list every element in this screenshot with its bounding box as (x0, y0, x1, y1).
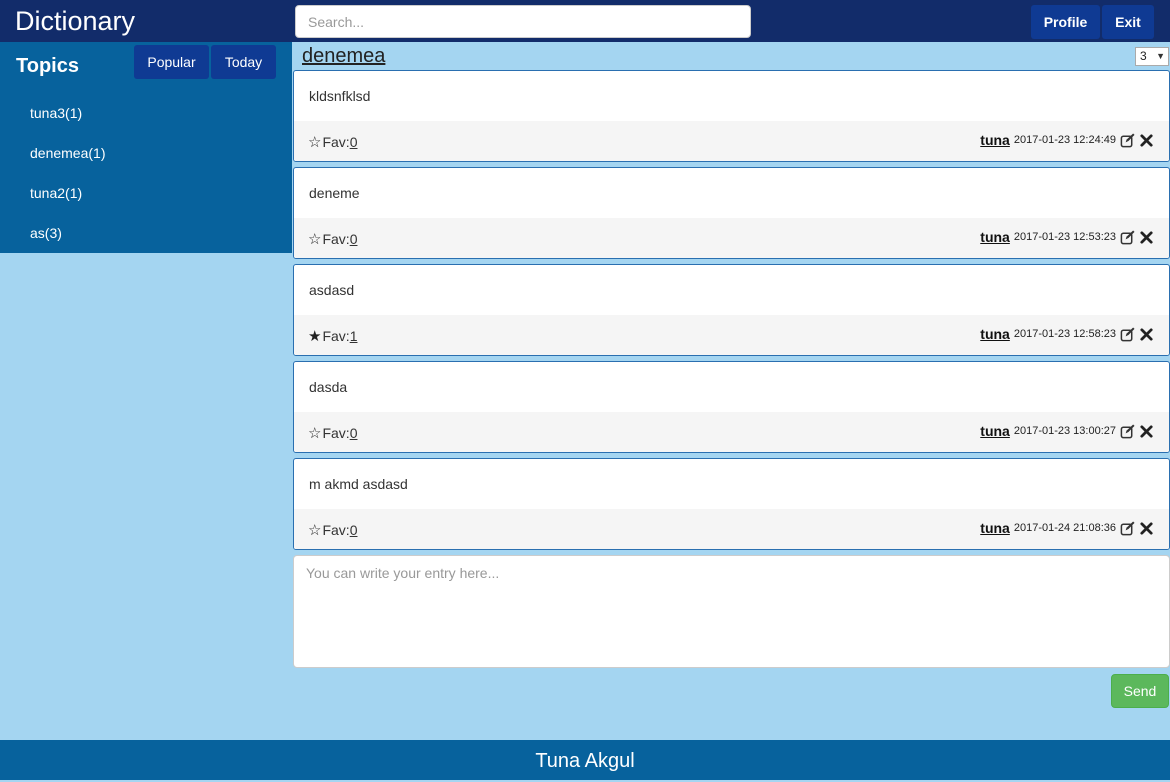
entry-meta: tuna 2017-01-23 12:53:23 (980, 229, 1154, 245)
profile-button[interactable]: Profile (1031, 5, 1100, 39)
entry-footer: ★Fav:1 tuna 2017-01-23 12:58:23 (294, 315, 1169, 355)
entry-text: kldsnfklsd (309, 88, 371, 104)
entry-text: m akmd asdasd (309, 476, 408, 492)
close-icon[interactable] (1139, 230, 1154, 245)
entry-date: 2017-01-24 21:08:36 (1013, 522, 1116, 534)
entry-date: 2017-01-23 12:53:23 (1013, 231, 1116, 243)
entry-card: m akmd asdasd ☆Fav:0 tuna 2017-01-24 21:… (293, 458, 1170, 550)
edit-icon[interactable] (1120, 423, 1135, 439)
fav-area: ☆Fav:0 (308, 230, 357, 248)
topic-item[interactable]: tuna2(1) (0, 174, 106, 214)
entry-date: 2017-01-23 13:00:27 (1013, 425, 1116, 437)
entry-card: dasda ☆Fav:0 tuna 2017-01-23 13:00:27 (293, 361, 1170, 453)
fav-count[interactable]: 0 (350, 522, 358, 538)
fav-area: ☆Fav:0 (308, 133, 357, 151)
fav-area: ☆Fav:0 (308, 521, 357, 539)
entry-card: deneme ☆Fav:0 tuna 2017-01-23 12:53:23 (293, 167, 1170, 259)
star-outline-icon[interactable]: ☆ (308, 425, 321, 442)
brand-title[interactable]: Dictionary (15, 5, 135, 37)
top-navbar: Dictionary Profile Exit (0, 0, 1170, 42)
entry-meta: tuna 2017-01-23 12:24:49 (980, 132, 1154, 148)
fav-label: Fav: (322, 134, 350, 150)
send-button[interactable]: Send (1111, 674, 1169, 708)
star-outline-icon[interactable]: ☆ (308, 522, 321, 539)
topic-item[interactable]: as(3) (0, 214, 106, 254)
sidebar-title: Topics (16, 55, 79, 77)
entry-card: asdasd ★Fav:1 tuna 2017-01-23 12:58:23 (293, 264, 1170, 356)
fav-count[interactable]: 0 (350, 425, 358, 441)
entry-date: 2017-01-23 12:58:23 (1013, 328, 1116, 340)
entry-meta: tuna 2017-01-23 12:58:23 (980, 326, 1154, 342)
entry-footer: ☆Fav:0 tuna 2017-01-23 12:53:23 (294, 218, 1169, 258)
topic-item[interactable]: denemea(1) (0, 134, 106, 174)
close-icon[interactable] (1139, 521, 1154, 536)
entry-text: asdasd (309, 282, 355, 298)
close-icon[interactable] (1139, 327, 1154, 342)
topics-sidebar: Topics Popular Today tuna3(1) denemea(1)… (0, 42, 292, 253)
search-input[interactable] (295, 5, 751, 38)
entry-meta: tuna 2017-01-23 13:00:27 (980, 423, 1154, 439)
author-link[interactable]: tuna (980, 423, 1010, 439)
entry-footer: ☆Fav:0 tuna 2017-01-23 13:00:27 (294, 412, 1169, 452)
topic-list: tuna3(1) denemea(1) tuna2(1) as(3) (0, 94, 106, 254)
page-select-value: 3 (1140, 49, 1147, 63)
exit-button[interactable]: Exit (1102, 5, 1154, 39)
author-link[interactable]: tuna (980, 520, 1010, 536)
fav-label: Fav: (322, 328, 350, 344)
entry-text: deneme (309, 185, 360, 201)
entry-meta: tuna 2017-01-24 21:08:36 (980, 520, 1154, 536)
fav-area: ☆Fav:0 (308, 424, 357, 442)
fav-area: ★Fav:1 (308, 327, 357, 345)
fav-count[interactable]: 1 (350, 328, 358, 344)
page-select[interactable]: 3 ▼ (1135, 47, 1169, 66)
fav-label: Fav: (322, 425, 350, 441)
entry-date: 2017-01-23 12:24:49 (1013, 134, 1116, 146)
star-filled-icon[interactable]: ★ (308, 328, 321, 345)
author-link[interactable]: tuna (980, 326, 1010, 342)
fav-count[interactable]: 0 (350, 134, 358, 150)
edit-icon[interactable] (1120, 520, 1135, 536)
star-outline-icon[interactable]: ☆ (308, 134, 321, 151)
fav-label: Fav: (322, 522, 350, 538)
entry-text: dasda (309, 379, 348, 395)
edit-icon[interactable] (1120, 132, 1135, 148)
author-link[interactable]: tuna (980, 229, 1010, 245)
entry-list: kldsnfklsd ☆Fav:0 tuna 2017-01-23 12:24:… (293, 70, 1170, 555)
footer-text: Tuna Akgul (535, 750, 635, 772)
today-button[interactable]: Today (211, 45, 276, 79)
close-icon[interactable] (1139, 133, 1154, 148)
popular-button[interactable]: Popular (134, 45, 209, 79)
fav-label: Fav: (322, 231, 350, 247)
caret-down-icon: ▼ (1156, 51, 1165, 61)
edit-icon[interactable] (1120, 326, 1135, 342)
author-link[interactable]: tuna (980, 132, 1010, 148)
footer: Tuna Akgul (0, 740, 1170, 780)
entry-textarea[interactable] (293, 555, 1170, 668)
fav-count[interactable]: 0 (350, 231, 358, 247)
entry-card: kldsnfklsd ☆Fav:0 tuna 2017-01-23 12:24:… (293, 70, 1170, 162)
topic-item[interactable]: tuna3(1) (0, 94, 106, 134)
star-outline-icon[interactable]: ☆ (308, 231, 321, 248)
entry-footer: ☆Fav:0 tuna 2017-01-23 12:24:49 (294, 121, 1169, 161)
close-icon[interactable] (1139, 424, 1154, 439)
topic-title[interactable]: denemea (302, 44, 385, 68)
edit-icon[interactable] (1120, 229, 1135, 245)
entry-footer: ☆Fav:0 tuna 2017-01-24 21:08:36 (294, 509, 1169, 549)
